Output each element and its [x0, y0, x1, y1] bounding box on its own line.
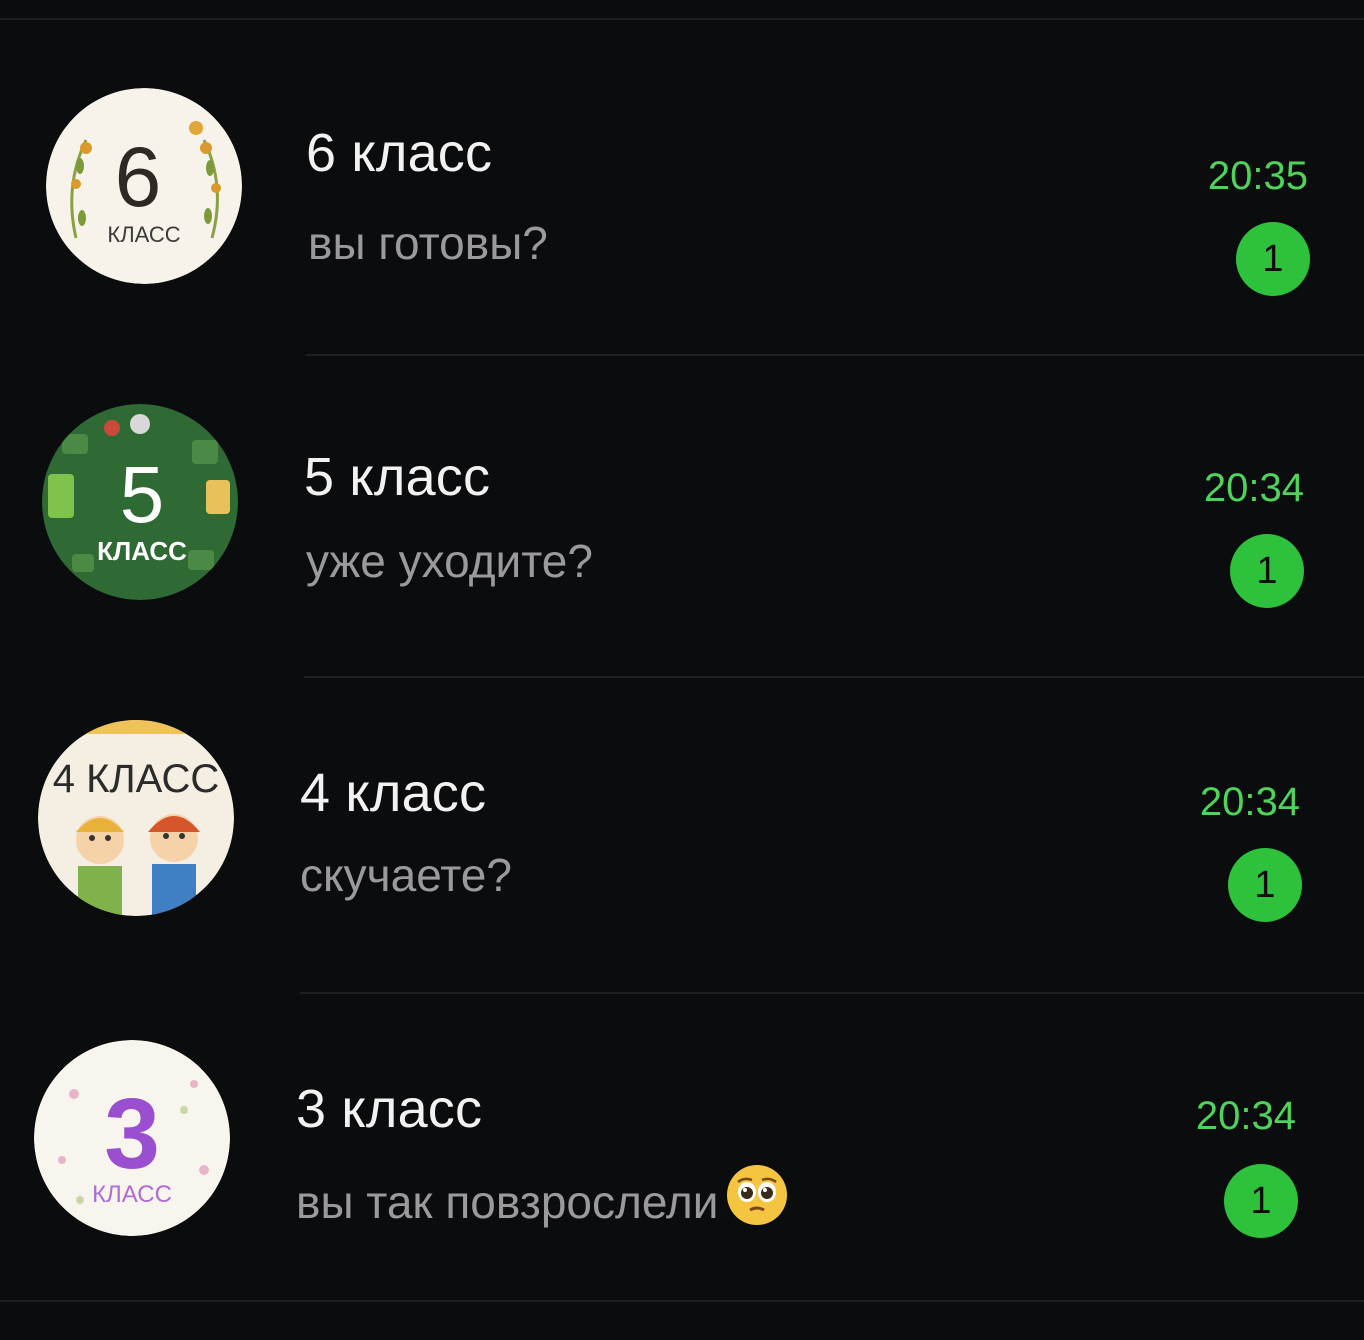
chat-preview-wrapper: вы так повзрослели — [296, 1164, 788, 1237]
chat-title: 4 класс — [300, 763, 487, 823]
chat-preview: вы готовы? — [308, 217, 548, 269]
avatar-6-klass: 6 КЛАСС — [46, 88, 242, 284]
chat-item-6-klass[interactable]: 6 КЛАСС 6 класс вы готовы? 20:35 1 — [0, 30, 1364, 356]
class-6-avatar-image: 6 КЛАСС — [46, 88, 242, 284]
pleading-face-emoji-icon — [726, 1164, 788, 1237]
unread-badge: 1 — [1224, 1164, 1298, 1238]
chat-item-4-klass[interactable]: 4 КЛАСС 4 класс скучаете? 20:34 1 — [0, 662, 1364, 994]
chat-preview: скучаете? — [300, 849, 512, 901]
chat-time: 20:34 — [1199, 780, 1300, 824]
chat-time: 20:34 — [1195, 1094, 1296, 1138]
chat-preview: уже уходите? — [306, 535, 593, 587]
chat-time: 20:34 — [1203, 466, 1304, 510]
chat-time: 20:35 — [1207, 154, 1308, 198]
unread-badge: 1 — [1230, 534, 1304, 608]
unread-badge: 1 — [1228, 848, 1302, 922]
avatar-small-text: КЛАСС — [92, 1181, 172, 1208]
class-3-avatar-image: 3 КЛАСС — [34, 1040, 230, 1236]
divider — [0, 18, 1364, 20]
chat-item-5-klass[interactable]: 5 КЛАСС 5 класс уже уходите? 20:34 1 — [0, 346, 1364, 678]
avatar-big-text: 4 КЛАСС — [53, 757, 219, 801]
avatar-3-klass: 3 КЛАСС — [34, 1040, 230, 1236]
avatar-big-text: 5 — [120, 450, 165, 539]
avatar-big-text: 3 — [104, 1078, 160, 1190]
unread-badge: 1 — [1236, 222, 1310, 296]
avatar-small-text: КЛАСС — [107, 222, 180, 247]
class-4-avatar-image: 4 КЛАСС — [38, 720, 234, 916]
chat-title: 6 класс — [306, 123, 493, 183]
chat-title: 5 класс — [304, 447, 491, 507]
class-5-avatar-image: 5 КЛАСС — [42, 404, 238, 600]
avatar-5-klass: 5 КЛАСС — [42, 404, 238, 600]
chat-preview: вы так повзрослели — [296, 1176, 719, 1228]
avatar-small-text: КЛАСС — [97, 536, 187, 566]
avatar-big-text: 6 — [115, 130, 162, 224]
chat-list: 6 КЛАСС 6 класс вы готовы? 20:35 1 5 КЛА… — [0, 0, 1364, 1340]
divider — [0, 1300, 1364, 1302]
chat-item-3-klass[interactable]: 3 КЛАСС 3 класс вы так повзрослели 20:34… — [0, 978, 1364, 1294]
chat-title: 3 класс — [296, 1079, 483, 1139]
avatar-4-klass: 4 КЛАСС — [38, 720, 234, 916]
